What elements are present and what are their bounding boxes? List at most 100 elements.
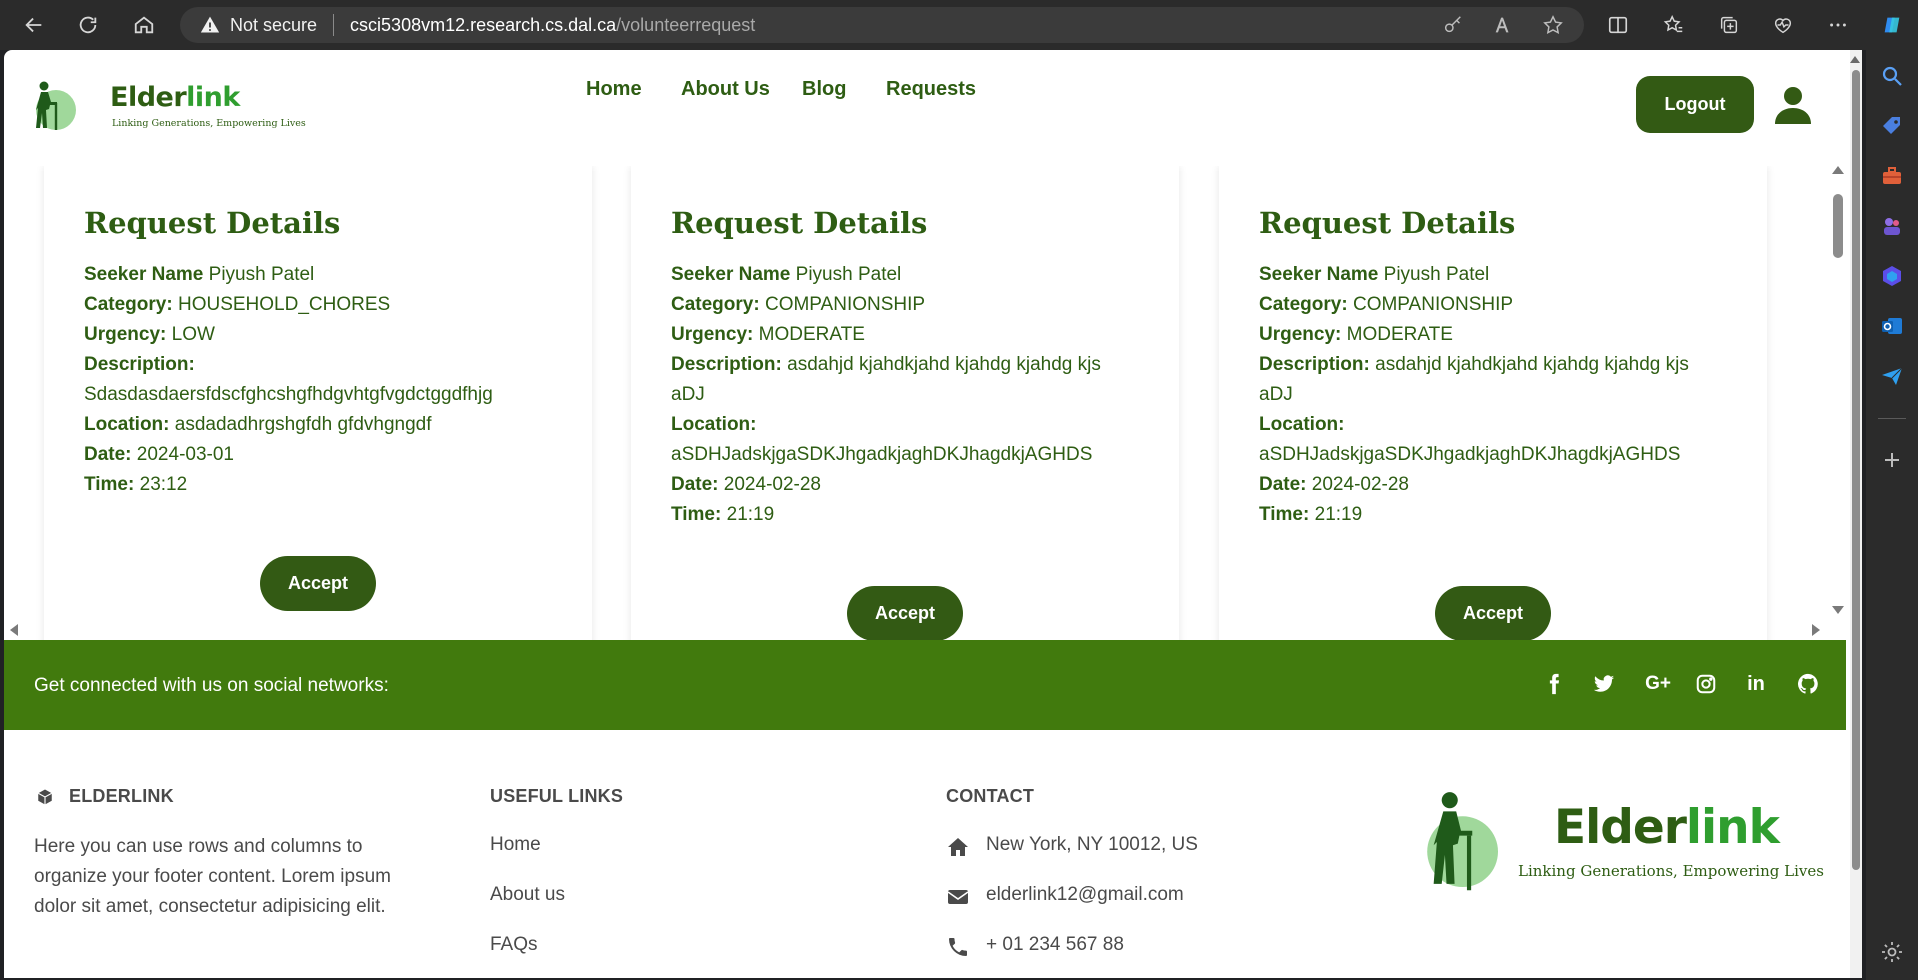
footer-brand-text: Here you can use rows and columns to org… [34, 836, 391, 917]
instagram-icon[interactable] [1694, 672, 1718, 696]
home-icon[interactable] [128, 9, 160, 41]
refresh-icon[interactable] [72, 9, 104, 41]
url-path: /volunteerrequest [616, 14, 756, 35]
logo-tagline: Linking Generations, Empowering Lives [112, 118, 306, 129]
date-value: 2024-02-28 [723, 474, 821, 495]
accept-button[interactable]: Accept [1435, 586, 1551, 641]
read-aloud-icon[interactable] [1492, 14, 1514, 36]
cards-vertical-scrollbar[interactable] [1833, 194, 1843, 258]
cube-icon [37, 789, 53, 805]
location-label: Location: [671, 414, 757, 435]
description-label: Description: [1259, 354, 1370, 375]
accept-button[interactable]: Accept [260, 556, 376, 611]
date-label: Date: [1259, 474, 1307, 495]
urgency-value: LOW [171, 324, 215, 345]
seeker-value: Piyush Patel [1383, 264, 1490, 285]
nav-about-link[interactable]: About Us [681, 78, 770, 101]
google-plus-icon[interactable]: G+ [1640, 672, 1676, 696]
cards-scroll-up-arrow[interactable] [1832, 166, 1844, 174]
description-label: Description: [671, 354, 782, 375]
nav-requests-link[interactable]: Requests [886, 78, 976, 101]
category-label: Category: [671, 294, 760, 315]
logout-button[interactable]: Logout [1636, 76, 1754, 133]
requests-scroll-area[interactable]: Request Details Seeker Name Piyush Patel… [4, 166, 1840, 684]
time-value: 23:12 [139, 474, 188, 495]
request-title: Request Details [671, 206, 928, 240]
cards-scroll-left-arrow[interactable] [10, 624, 18, 636]
footer-logo-wordmark-part2: link [1685, 800, 1780, 855]
browser-sidebar [1866, 50, 1918, 980]
page-scrollbar[interactable] [1850, 50, 1862, 978]
social-text: Get connected with us on social networks… [34, 675, 389, 696]
seeker-label: Seeker Name [1259, 264, 1379, 285]
twitter-icon[interactable] [1592, 672, 1616, 696]
footer-logo-tagline: Linking Generations, Empowering Lives [1518, 862, 1824, 880]
logo-wordmark: Elderlink [110, 82, 240, 113]
footer-logo-wordmark: Elderlink [1554, 800, 1780, 855]
nav-blog-link[interactable]: Blog [802, 78, 846, 101]
send-icon[interactable] [1880, 364, 1904, 388]
shopping-tag-icon[interactable] [1880, 114, 1904, 138]
facebook-icon[interactable] [1542, 672, 1566, 696]
category-label: Category: [84, 294, 173, 315]
footer-about-link[interactable]: About us [490, 884, 565, 906]
description-value: Sdasdasdaersfdscfghcshgfhdgvhtgfvgdctggd… [84, 384, 493, 405]
header-logo[interactable]: Elderlink Linking Generations, Empowerin… [30, 76, 306, 136]
cards-scroll-right-arrow[interactable] [1812, 624, 1820, 636]
split-screen-icon[interactable] [1602, 9, 1634, 41]
request-title: Request Details [84, 206, 341, 240]
phone-icon [949, 938, 967, 956]
contact-email: elderlink12@gmail.com [986, 884, 1184, 905]
page-viewport: Elderlink Linking Generations, Empowerin… [4, 50, 1862, 978]
add-icon[interactable] [1880, 448, 1904, 472]
favorites-icon[interactable] [1658, 9, 1690, 41]
request-card: Request Details Seeker Name Piyush Patel… [631, 166, 1179, 672]
microsoft-365-icon[interactable] [1880, 264, 1904, 288]
urgency-label: Urgency: [84, 324, 167, 345]
favorite-star-icon[interactable] [1542, 14, 1564, 36]
copilot-icon[interactable] [1876, 9, 1908, 41]
seeker-label: Seeker Name [84, 264, 204, 285]
cards-scroll-down-arrow[interactable] [1832, 606, 1844, 614]
accept-button[interactable]: Accept [847, 586, 963, 641]
browser-health-icon[interactable] [1767, 9, 1799, 41]
key-icon[interactable] [1442, 14, 1464, 36]
outlook-icon[interactable] [1880, 314, 1904, 338]
category-value: COMPANIONSHIP [764, 294, 926, 315]
page-scroll-up-arrow[interactable] [1850, 56, 1860, 63]
games-icon[interactable] [1880, 214, 1904, 238]
security-label: Not secure [230, 14, 318, 35]
time-value: 21:19 [1314, 504, 1363, 525]
collections-icon[interactable] [1713, 9, 1745, 41]
social-band: Get connected with us on social networks… [4, 640, 1846, 730]
location-label: Location: [1259, 414, 1345, 435]
settings-gear-icon[interactable] [1880, 940, 1904, 964]
nav-home-link[interactable]: Home [586, 78, 642, 101]
github-icon[interactable] [1796, 672, 1820, 696]
user-profile-icon[interactable] [1772, 84, 1814, 126]
linkedin-icon[interactable]: in [1744, 672, 1768, 696]
category-value: HOUSEHOLD_CHORES [177, 294, 391, 315]
date-label: Date: [84, 444, 132, 465]
home-address-icon [948, 838, 968, 856]
back-icon[interactable] [18, 9, 50, 41]
footer-faqs-link[interactable]: FAQs [490, 934, 538, 956]
page-scrollbar-thumb[interactable] [1852, 70, 1860, 870]
footer-home-link[interactable]: Home [490, 834, 541, 856]
address-bar[interactable]: Not secure csci5308vm12.research.cs.dal.… [180, 7, 1584, 43]
footer: ELDERLINK Here you can use rows and colu… [4, 730, 1846, 978]
more-menu-icon[interactable] [1822, 9, 1854, 41]
logo-wordmark-part1: Elder [110, 82, 187, 113]
tools-briefcase-icon[interactable] [1880, 164, 1904, 188]
date-value: 2024-02-28 [1311, 474, 1409, 495]
time-label: Time: [1259, 504, 1310, 525]
envelope-icon [947, 890, 969, 904]
description-label: Description: [84, 354, 195, 375]
search-icon[interactable] [1880, 64, 1904, 88]
location-value: aSDHJadskjgaSDKJhgadkjaghDKJhagdkjAGHDS [1259, 444, 1681, 465]
address-divider [333, 14, 335, 36]
request-fields: Seeker Name Piyush Patel Category: COMPA… [1259, 260, 1717, 530]
request-title: Request Details [1259, 206, 1516, 240]
elderlink-footer-logo-icon [1427, 792, 1498, 891]
urgency-label: Urgency: [671, 324, 754, 345]
